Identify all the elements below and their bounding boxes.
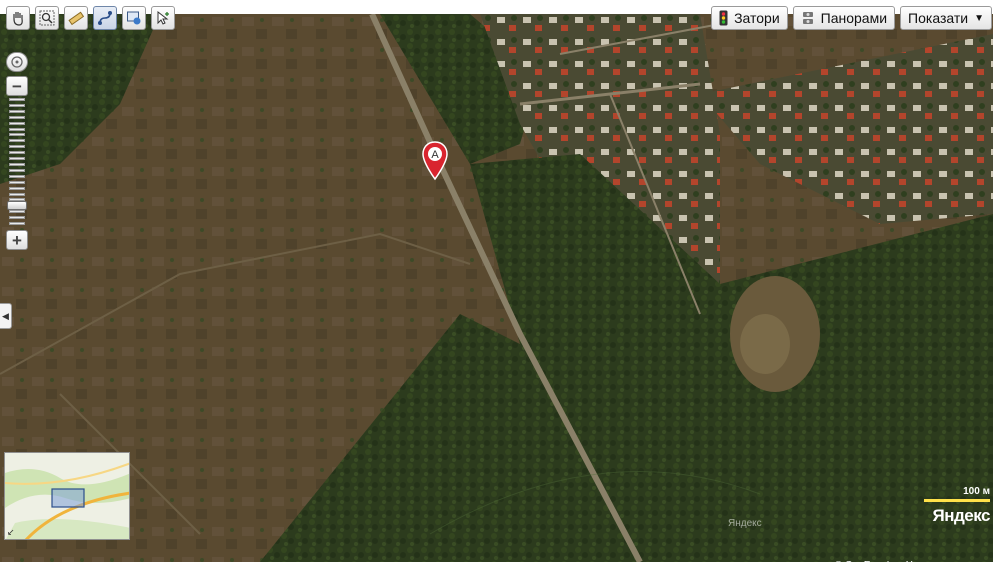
hand-icon	[13, 12, 23, 26]
zoom-slider-tick	[9, 115, 25, 119]
zoom-control: − +	[6, 52, 28, 250]
zoom-slider-tick	[9, 151, 25, 155]
zoom-slider-tick	[9, 222, 25, 226]
satellite-imagery	[0, 14, 993, 562]
zoom-slider-tick	[9, 174, 25, 178]
panoramas-button-label: Панорами	[820, 10, 888, 26]
panoramas-button[interactable]: Панорами	[792, 6, 896, 30]
route-button[interactable]	[93, 6, 117, 30]
minimap-terrain	[5, 453, 129, 539]
zoom-slider-tick	[9, 210, 25, 214]
zoom-slider-tick	[9, 192, 25, 196]
print-screen-icon	[127, 11, 141, 25]
ruler-icon	[68, 11, 84, 26]
scale-label: 100 м	[963, 486, 990, 497]
map-toolbar	[6, 6, 175, 30]
zoom-slider-tick	[9, 98, 25, 101]
zoom-slider-tick	[9, 216, 25, 220]
map-layer-controls: Затори Панорами Показати ▼	[711, 6, 992, 30]
zoom-slider-tick	[9, 139, 25, 143]
marker-label: A	[431, 149, 439, 161]
sidebar-toggle[interactable]: ◀	[0, 303, 12, 329]
chevron-down-icon: ▼	[974, 12, 984, 24]
zoom-slider-tick	[9, 103, 25, 107]
zoom-slider-tick	[9, 127, 25, 131]
magnifier-zoom-icon	[39, 10, 55, 26]
scale-bar	[924, 499, 990, 502]
zoom-slider-tick	[9, 157, 25, 161]
traffic-button[interactable]: Затори	[711, 6, 788, 30]
minus-icon: −	[12, 76, 22, 96]
zoom-slider-tick	[9, 186, 25, 190]
satellite-map[interactable]: Яндекс A	[0, 14, 993, 562]
terms-of-use-link[interactable]: Угода користувача	[906, 560, 992, 571]
show-layers-label: Показати	[908, 10, 969, 26]
pan-reset-icon	[11, 56, 23, 68]
hand-tool-button[interactable]	[6, 6, 30, 30]
traffic-light-icon	[719, 10, 728, 26]
zoom-compass-button[interactable]	[6, 52, 28, 72]
location-marker-a[interactable]: A	[422, 141, 448, 181]
zoom-slider-tick	[9, 180, 25, 184]
zoom-slider-tick	[9, 145, 25, 149]
overview-minimap[interactable]: ↙	[4, 452, 130, 540]
map-scale: 100 м	[924, 486, 990, 502]
route-icon	[98, 11, 112, 25]
imagery-provider: © GeoEye, Inc	[834, 560, 900, 571]
zoom-slider[interactable]	[6, 98, 28, 228]
zoom-slider-tick	[9, 133, 25, 137]
copyright-line: © GeoEye, Inc Угода користувача	[835, 560, 992, 571]
zoom-slider-tick	[9, 163, 25, 166]
print-screen-button[interactable]	[122, 6, 146, 30]
map-watermark: Яндекс	[728, 518, 762, 529]
show-layers-dropdown[interactable]: Показати ▼	[900, 6, 992, 30]
ruler-button[interactable]	[64, 6, 88, 30]
minimap-resize-icon[interactable]: ↙	[7, 527, 15, 538]
chevron-left-icon: ◀	[2, 310, 9, 321]
zoom-slider-tick	[9, 168, 25, 172]
zoom-slider-handle[interactable]	[7, 201, 27, 210]
yandex-logo: Яндекс	[932, 506, 991, 525]
magnifier-zoom-button[interactable]	[35, 6, 59, 30]
pointer-add-icon	[157, 10, 169, 25]
zoom-slider-tick	[9, 109, 25, 113]
zoom-slider-tick	[9, 121, 25, 125]
traffic-button-label: Затори	[734, 10, 780, 26]
zoom-in-button[interactable]: +	[6, 230, 28, 250]
plus-icon: +	[12, 230, 22, 250]
zoom-out-button[interactable]: −	[6, 76, 28, 96]
panorama-camera-icon	[802, 12, 813, 24]
add-pointer-button[interactable]	[151, 6, 175, 30]
